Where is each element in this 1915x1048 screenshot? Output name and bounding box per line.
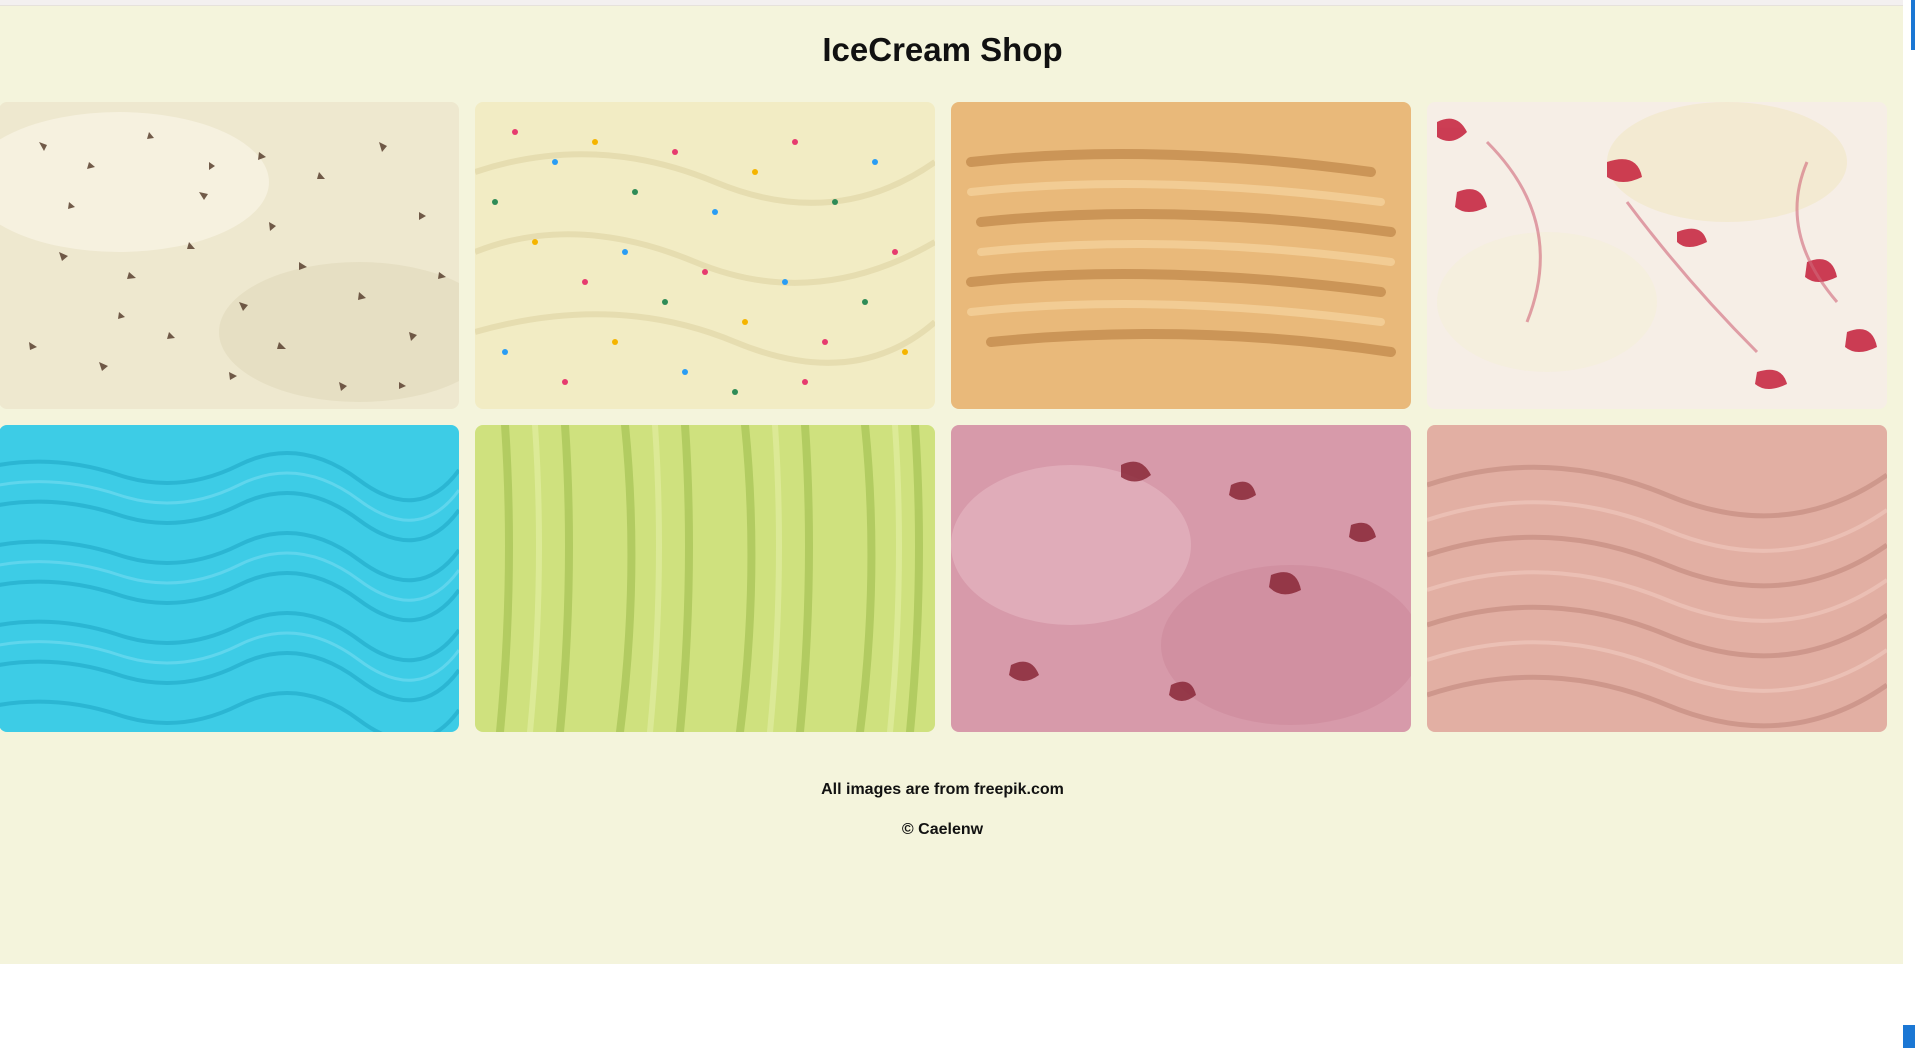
page-title: IceCream Shop [822,31,1063,68]
ice-cream-image-chocolate-chip-vanilla[interactable] [0,102,459,409]
ice-cream-image-vanilla-sprinkles[interactable] [475,102,935,409]
scrollbar[interactable] [1903,0,1915,1048]
scrollbar-top-accent [1903,0,1915,50]
ice-cream-image-blue[interactable] [0,425,459,732]
ice-cream-image-cherry[interactable] [951,425,1411,732]
scrollbar-bottom-accent [1903,1025,1915,1048]
image-credit-text: All images are from freepik.com [821,781,1064,798]
page-body: IceCream Shop All images are from freepi… [0,6,1903,964]
ice-cream-image-green-tea[interactable] [475,425,935,732]
ice-cream-image-caramel[interactable] [951,102,1411,409]
ice-cream-image-raspberry-ripple[interactable] [1427,102,1887,409]
copyright-text: © Caelenw [901,821,984,838]
ice-cream-image-chocolate-milk[interactable] [1427,425,1887,732]
